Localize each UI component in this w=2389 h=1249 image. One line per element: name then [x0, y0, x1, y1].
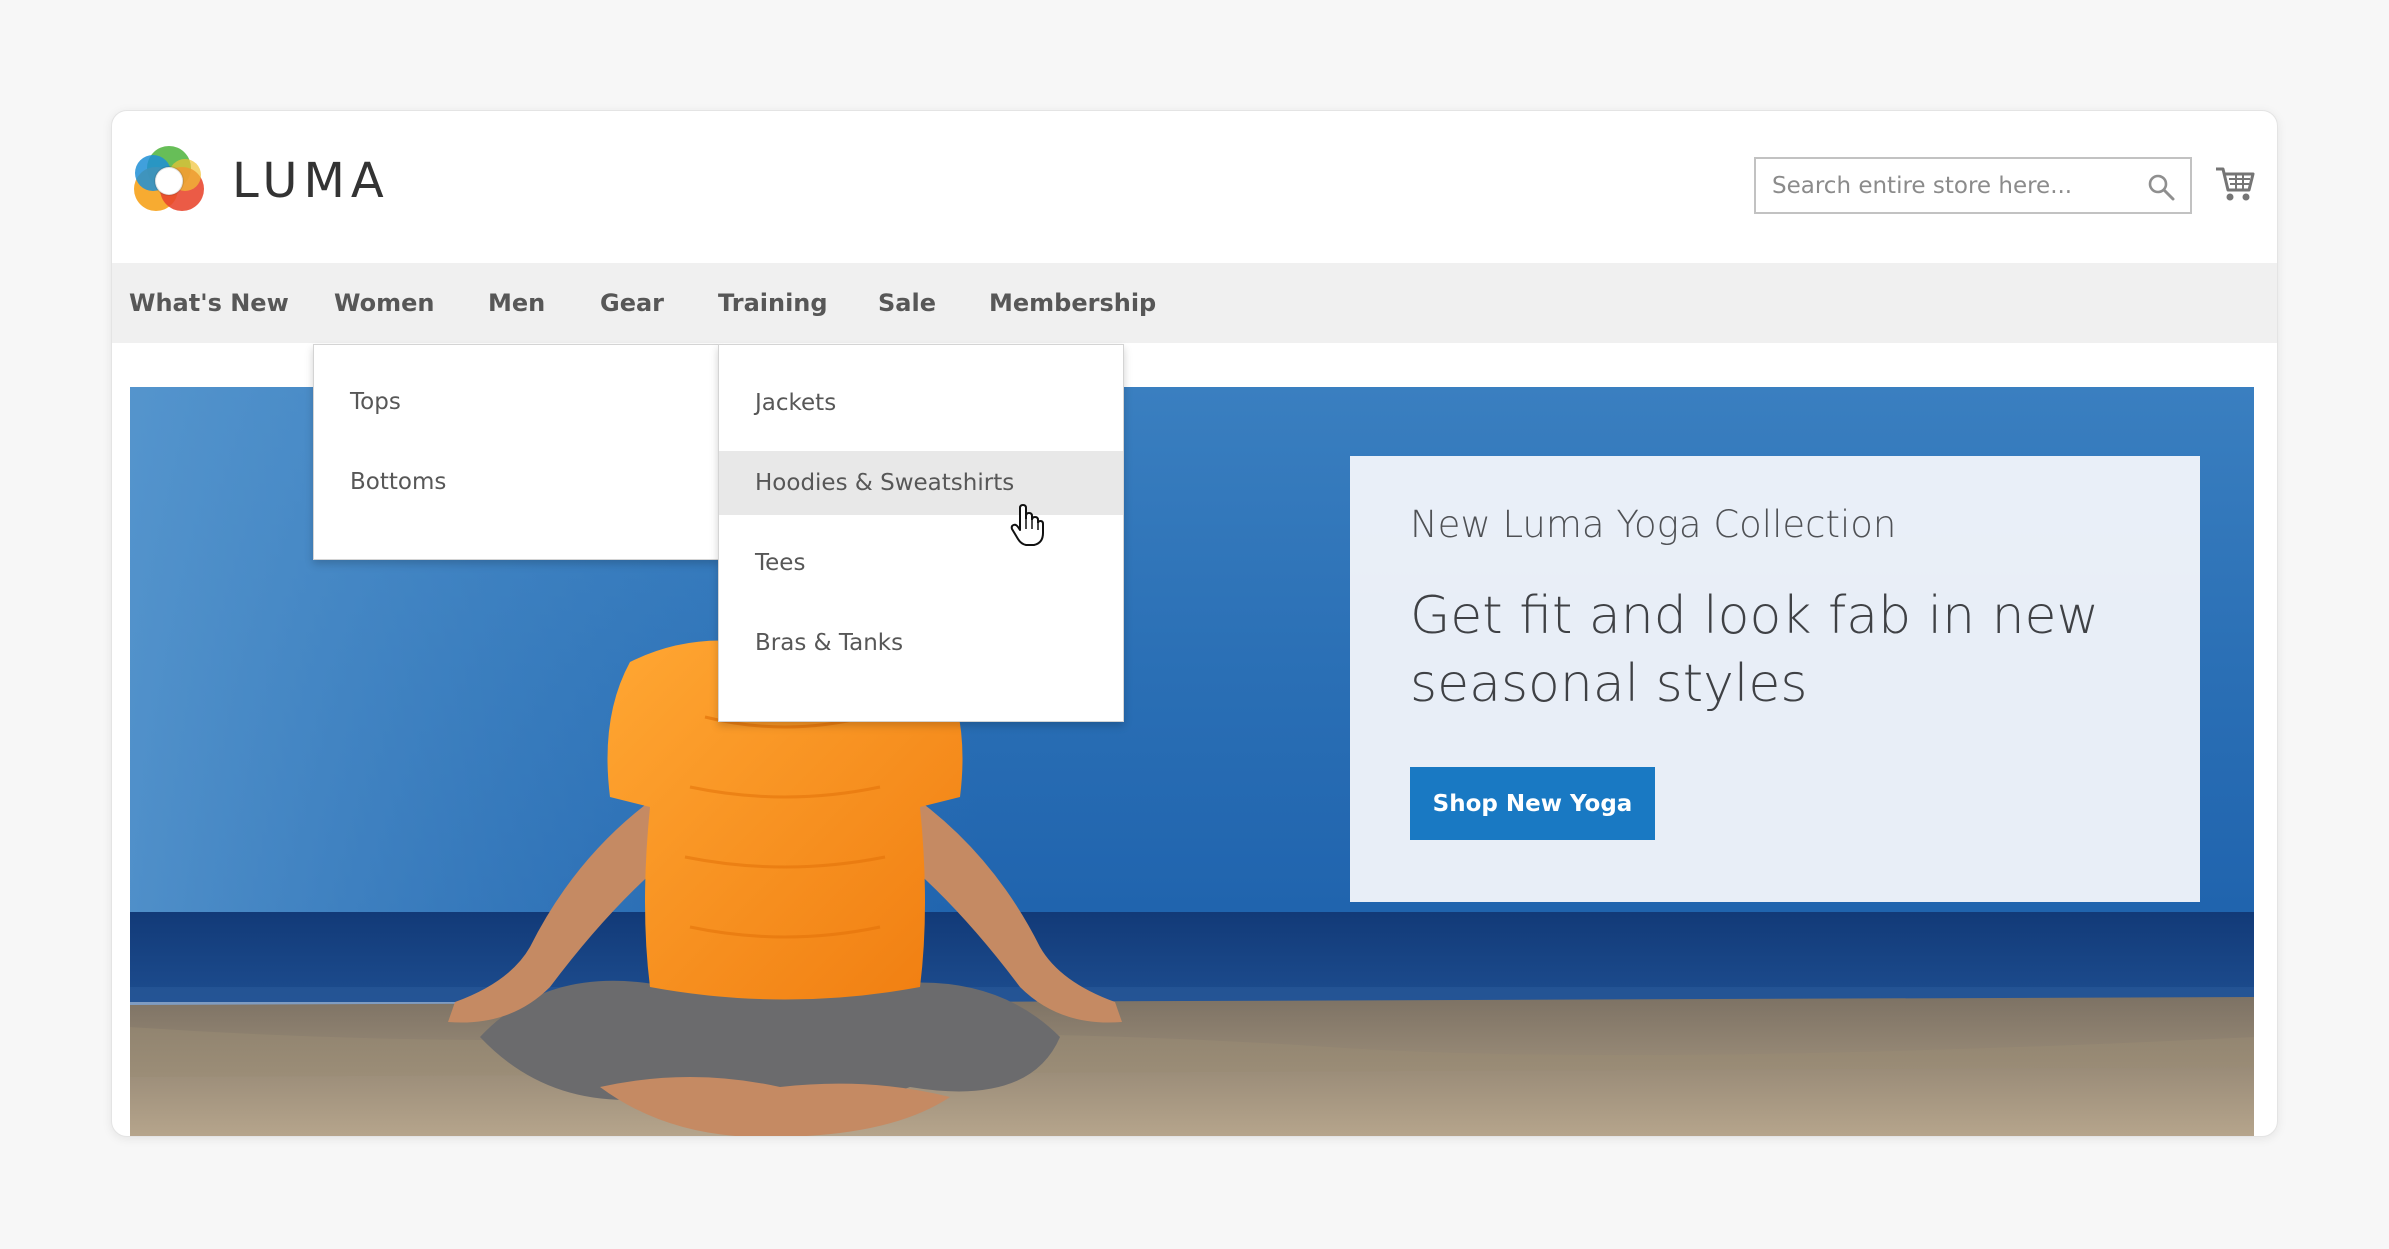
submenu-item-tees[interactable]: Tees — [719, 531, 1123, 595]
shop-new-yoga-button[interactable]: Shop New Yoga — [1410, 767, 1655, 840]
search-box[interactable] — [1754, 157, 2192, 214]
submenu-item-bottoms[interactable]: Bottoms — [314, 450, 718, 514]
cart-icon[interactable] — [2214, 163, 2256, 203]
promo-kicker: New Luma Yoga Collection — [1410, 503, 1897, 546]
page-header: LUMA — [112, 111, 2277, 263]
nav-item-sale[interactable]: Sale — [878, 263, 936, 343]
submenu-item-hoodies-sweatshirts[interactable]: Hoodies & Sweatshirts — [719, 451, 1123, 515]
submenu-item-bras-tanks[interactable]: Bras & Tanks — [719, 611, 1123, 675]
nav-item-training[interactable]: Training — [718, 263, 828, 343]
promo-card: New Luma Yoga Collection Get fit and loo… — [1350, 456, 2200, 902]
nav-item-men[interactable]: Men — [488, 263, 545, 343]
submenu-item-jackets[interactable]: Jackets — [719, 371, 1123, 435]
women-submenu: Tops Bottoms — [313, 344, 719, 560]
search-icon[interactable] — [2146, 172, 2176, 202]
search-input[interactable] — [1756, 159, 2126, 212]
nav-item-membership[interactable]: Membership — [989, 263, 1156, 343]
browser-page: LUMA What's New Women Men Gear Training … — [111, 110, 2278, 1137]
nav-item-whats-new[interactable]: What's New — [129, 263, 289, 343]
nav-item-women[interactable]: Women — [334, 263, 434, 343]
store-logo-text[interactable]: LUMA — [232, 151, 390, 211]
submenu-item-tops[interactable]: Tops — [314, 370, 718, 434]
promo-title: Get fit and look fab in new seasonal sty… — [1410, 586, 2100, 714]
main-navigation: What's New Women Men Gear Training Sale … — [112, 263, 2277, 343]
tops-submenu: Jackets Hoodies & Sweatshirts Tees Bras … — [718, 344, 1124, 722]
nav-item-gear[interactable]: Gear — [600, 263, 664, 343]
luma-logo-icon[interactable] — [129, 141, 209, 221]
hand-pointer-icon — [1010, 504, 1044, 546]
